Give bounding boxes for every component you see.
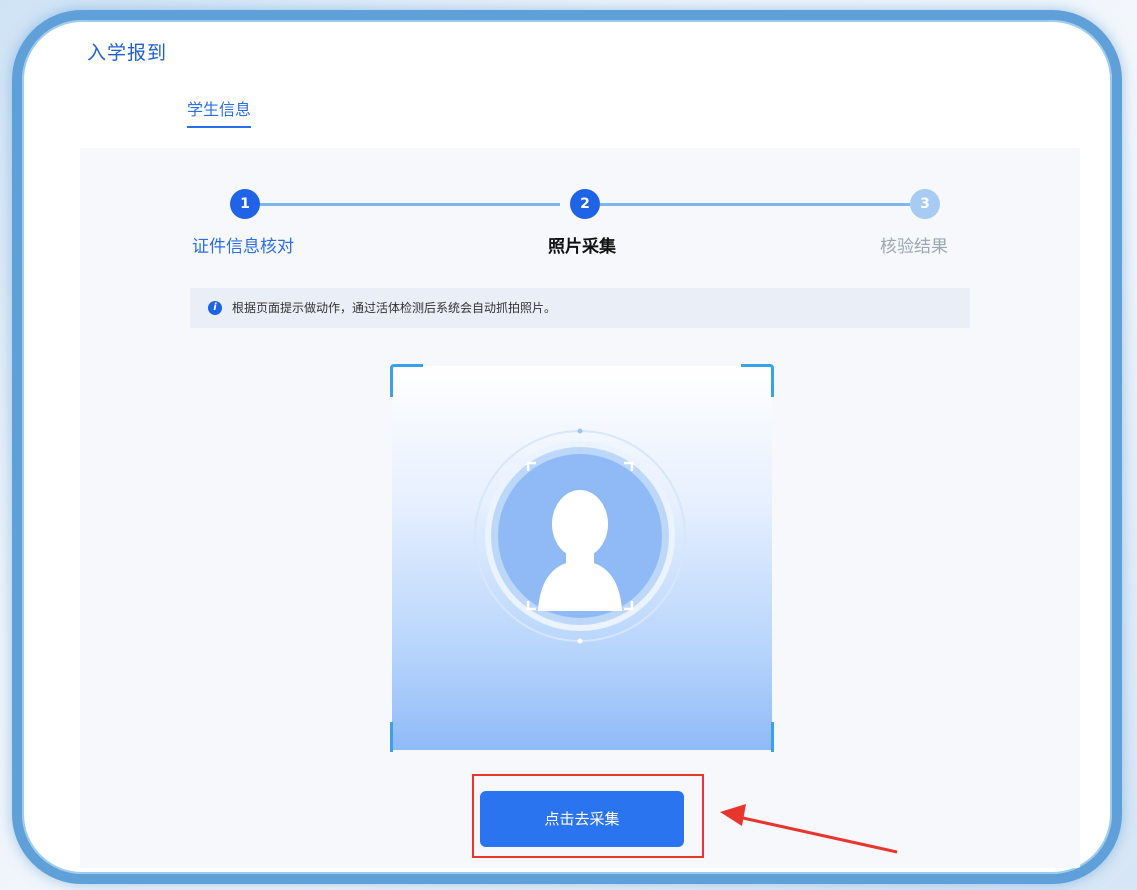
frame-corner-icon xyxy=(390,722,423,752)
step-connector xyxy=(255,203,560,206)
face-silhouette-icon xyxy=(474,428,686,644)
frame-corner-icon xyxy=(390,364,423,397)
step-2-label: 照片采集 xyxy=(548,237,616,257)
step-1-label: 证件信息核对 xyxy=(192,237,294,257)
step-3-indicator: 3 xyxy=(910,189,940,219)
step-connector xyxy=(600,203,910,206)
step-progress: 1 2 3 证件信息核对 照片采集 核验结果 xyxy=(80,178,1080,258)
info-icon: i xyxy=(208,301,222,315)
step-2-indicator: 2 xyxy=(570,189,600,219)
info-notice: i 根据页面提示做动作，通过活体检测后系统会自动抓拍照片。 xyxy=(190,288,970,328)
highlight-annotation xyxy=(472,774,704,858)
notice-text: 根据页面提示做动作，通过活体检测后系统会自动抓拍照片。 xyxy=(232,301,557,315)
frame-corner-icon xyxy=(741,364,774,397)
face-capture-area xyxy=(390,364,774,752)
content-panel: 1 2 3 证件信息核对 照片采集 核验结果 i 根据页面提示做动作，通过活体检… xyxy=(80,148,1080,868)
step-3-label: 核验结果 xyxy=(880,237,948,257)
screenshot-frame: 入学报到 学生信息 1 2 3 证件信息核对 照片采集 核验结果 i 根据页面提… xyxy=(12,10,1122,884)
page-title: 入学报到 xyxy=(87,42,168,64)
tab-student-info[interactable]: 学生信息 xyxy=(187,96,252,128)
frame-corner-icon xyxy=(741,722,774,752)
arrow-annotation-icon xyxy=(720,804,898,854)
step-1-indicator: 1 xyxy=(230,189,260,219)
